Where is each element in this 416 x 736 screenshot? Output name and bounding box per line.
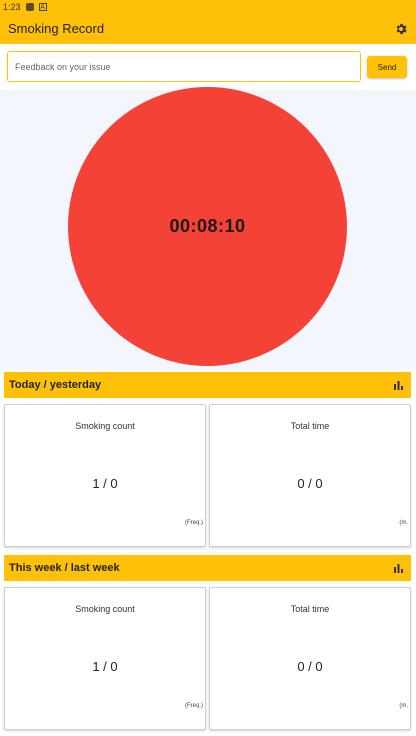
card-unit: (Freq.) <box>185 520 203 526</box>
timer-button[interactable]: 00:08:10 <box>68 87 347 366</box>
card-unit: (Freq.) <box>185 703 203 709</box>
card-value: 0 / 0 <box>297 476 323 491</box>
section-title: Today / yesterday <box>9 379 102 391</box>
card-title: Total time <box>290 604 330 614</box>
send-button[interactable]: Send <box>367 56 407 78</box>
status-bar: 1:23 A <box>0 0 416 13</box>
notification-icon <box>25 2 34 11</box>
app-title: Smoking Record <box>8 21 105 36</box>
status-time: 1:23 <box>3 1 21 12</box>
feedback-placeholder: Feedback on your issue <box>15 61 111 72</box>
gear-icon[interactable] <box>394 22 408 36</box>
card-unit: (m. <box>399 703 408 709</box>
section-header-today: Today / yesterday <box>4 372 411 398</box>
feedback-input[interactable]: Feedback on your issue <box>7 51 361 82</box>
card-value: 1 / 0 <box>92 476 118 491</box>
card-value: 1 / 0 <box>92 659 118 674</box>
card-title: Smoking count <box>75 604 135 614</box>
feedback-row: Feedback on your issue Send <box>0 44 416 90</box>
card-title: Smoking count <box>75 421 135 431</box>
card-week-total-time: Total time 0 / 0 (m. <box>209 587 411 730</box>
card-today-total-time: Total time 0 / 0 (m. <box>209 404 411 547</box>
card-week-smoking-count: Smoking count 1 / 0 (Freq.) <box>4 587 206 730</box>
section-header-week: This week / last week <box>4 555 411 581</box>
timer-display: 00:08:10 <box>169 216 246 236</box>
card-today-smoking-count: Smoking count 1 / 0 (Freq.) <box>4 404 206 547</box>
section-title: This week / last week <box>9 562 120 574</box>
bar-chart-icon[interactable] <box>393 380 404 391</box>
card-title: Total time <box>290 421 330 431</box>
bar-chart-icon[interactable] <box>393 563 404 574</box>
app-bar: Smoking Record <box>0 13 416 44</box>
card-value: 0 / 0 <box>297 659 323 674</box>
notification-letter-icon: A <box>38 2 47 11</box>
card-unit: (m. <box>399 520 408 526</box>
